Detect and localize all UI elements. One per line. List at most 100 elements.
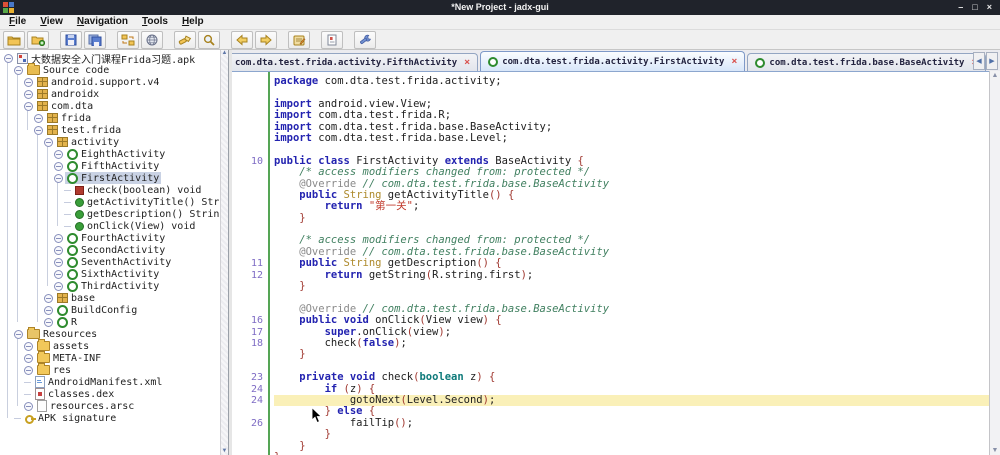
tab-label: com.dta.test.frida.base.BaseActivity [769, 57, 965, 68]
tree-item-res[interactable]: res [0, 363, 221, 376]
tree-item-test-frida[interactable]: test.frida [0, 124, 221, 136]
tree-expand-handle-icon[interactable] [24, 341, 33, 351]
maximize-button[interactable]: □ [972, 0, 977, 15]
settings-button[interactable] [354, 30, 376, 49]
close-button[interactable]: × [987, 0, 992, 15]
tree-item-check-boolean-void[interactable]: check(boolean) void [0, 184, 221, 196]
tree-item-meta-inf[interactable]: META-INF [0, 351, 221, 364]
tree-item-thirdactivity[interactable]: ThirdActivity [0, 280, 221, 292]
tree-expand-handle-icon[interactable] [44, 305, 53, 315]
tree-expand-handle-icon[interactable] [24, 353, 33, 363]
add-files-button[interactable] [27, 30, 49, 49]
arrow-right-icon [259, 33, 273, 46]
tree-expand-handle-icon[interactable] [24, 77, 33, 87]
code-content[interactable]: package com.dta.test.frida.activity; imp… [270, 72, 1000, 455]
scroll-up-icon[interactable]: ▲ [222, 50, 228, 57]
tab-firstactivity[interactable]: com.dta.test.frida.activity.FirstActivit… [480, 51, 746, 71]
line-number [232, 429, 263, 440]
tree-expand-handle-icon[interactable] [14, 65, 23, 75]
tree-item-classes-dex[interactable]: classes.dex [0, 388, 221, 400]
mouse-cursor [311, 407, 323, 424]
tab-label: com.dta.test.frida.activity.FirstActivit… [502, 57, 725, 67]
tree-expand-handle-icon[interactable] [34, 125, 43, 135]
save-project-button[interactable] [60, 30, 82, 49]
tree-item-resources[interactable]: Resources [0, 327, 221, 340]
tree-item-android-support-v4[interactable]: android.support.v4 [0, 76, 221, 88]
text-search-button[interactable] [174, 30, 196, 49]
tree-expand-handle-icon[interactable] [24, 401, 33, 411]
tab-scroll-right-icon[interactable]: ▶ [986, 52, 998, 70]
tree-expand-handle-icon[interactable] [34, 113, 43, 123]
tree-expand-handle-icon[interactable] [54, 173, 63, 183]
tree-item-androidx[interactable]: androidx [0, 88, 221, 100]
tree-item-eighthactivity[interactable]: EighthActivity [0, 148, 221, 160]
tree-expand-handle-icon[interactable] [44, 137, 53, 147]
tree-item-assets[interactable]: assets [0, 339, 221, 352]
code-line: package com.dta.test.frida.activity; [274, 75, 502, 87]
menu-view[interactable]: View [33, 15, 70, 29]
tree-item-sixthactivity[interactable]: SixthActivity [0, 268, 221, 280]
class-search-button[interactable] [198, 30, 220, 49]
tree-expand-handle-icon[interactable] [54, 245, 63, 255]
menu-tools[interactable]: Tools [135, 15, 175, 29]
tree-expand-handle-icon[interactable] [44, 317, 53, 327]
deobfuscation-button[interactable] [141, 30, 163, 49]
tree-expand-handle-icon[interactable] [4, 53, 13, 63]
save-all-button[interactable] [84, 30, 106, 49]
tab-close-icon[interactable]: × [464, 57, 470, 68]
scroll-up-icon[interactable]: ▲ [992, 71, 999, 80]
tree-item-com-dta[interactable]: com.dta [0, 100, 221, 112]
reload-button[interactable] [117, 30, 139, 49]
tree-expand-handle-icon[interactable] [54, 281, 63, 291]
editor-vertical-scrollbar[interactable]: ▲ ▼ [989, 71, 1000, 455]
back-button[interactable] [231, 30, 253, 49]
xml-file-icon [35, 376, 45, 388]
class-icon [755, 57, 766, 68]
tree-item-onclick-view-void[interactable]: onClick(View) void [0, 220, 221, 232]
menu-help[interactable]: Help [175, 15, 211, 29]
tree-item-buildconfig[interactable]: BuildConfig [0, 304, 221, 316]
open-file-button[interactable] [3, 30, 25, 49]
tree-expand-handle-icon[interactable] [24, 89, 33, 99]
tree-expand-handle-icon[interactable] [54, 233, 63, 243]
tab-baseactivity[interactable]: com.dta.test.frida.base.BaseActivity× [747, 53, 986, 71]
source-folder-icon [27, 63, 40, 75]
menu-file[interactable]: File [2, 15, 33, 29]
tree-item-source-code[interactable]: Source code [0, 63, 221, 76]
tree-item-resources-arsc[interactable]: resources.arsc [0, 400, 221, 412]
tree-expand-handle-icon[interactable] [44, 293, 53, 303]
tree-expand-handle-icon[interactable] [14, 329, 23, 339]
menu-navigation[interactable]: Navigation [70, 15, 135, 29]
tree-expand-handle-icon[interactable] [54, 149, 63, 159]
report-button[interactable] [321, 30, 343, 49]
tree-expand-handle-icon[interactable] [24, 365, 33, 375]
tree-item-activity[interactable]: activity [0, 136, 221, 148]
tree-item-fifthactivity[interactable]: FifthActivity [0, 160, 221, 172]
tree-expand-handle-icon[interactable] [54, 257, 63, 267]
open-log-button[interactable] [288, 30, 310, 49]
tree-item-firstactivity[interactable]: FirstActivity [0, 172, 221, 184]
tree-item-apk-signature[interactable]: APK signature [0, 412, 221, 424]
tree-leaf-dash [64, 201, 71, 203]
line-number [232, 224, 263, 235]
tree-item-fourthactivity[interactable]: FourthActivity [0, 232, 221, 244]
tree-item-androidmanifest-xml[interactable]: AndroidManifest.xml [0, 376, 221, 388]
tree-item-frida[interactable]: frida [0, 112, 221, 124]
tree-item-seventhactivity[interactable]: SeventhActivity [0, 256, 221, 268]
tree-item-getdescription-string[interactable]: getDescription() String [0, 208, 221, 220]
minimize-button[interactable]: – [958, 0, 963, 15]
folder-icon [37, 351, 50, 363]
code-editor[interactable]: 10 11 12 16 17 18 23 24 24 26 package com.dta… [232, 72, 1000, 455]
tree-expand-handle-icon[interactable] [54, 269, 63, 279]
tree-vertical-scrollbar[interactable]: ▲ ▼ [220, 50, 228, 455]
code-line: } [274, 348, 306, 361]
tab-close-icon[interactable]: × [731, 57, 737, 67]
tree-item-getactivitytitle-string[interactable]: getActivityTitle() String [0, 196, 221, 208]
tab-fifthactivity[interactable]: com.dta.test.frida.activity.FifthActivit… [232, 53, 479, 71]
forward-button[interactable] [255, 30, 277, 49]
tab-scroll-left-icon[interactable]: ◀ [973, 52, 985, 70]
tree-expand-handle-icon[interactable] [54, 161, 63, 171]
tree-expand-handle-icon[interactable] [24, 101, 33, 111]
tree-item-secondactivity[interactable]: SecondActivity [0, 244, 221, 256]
tree-item-base[interactable]: base [0, 292, 221, 304]
